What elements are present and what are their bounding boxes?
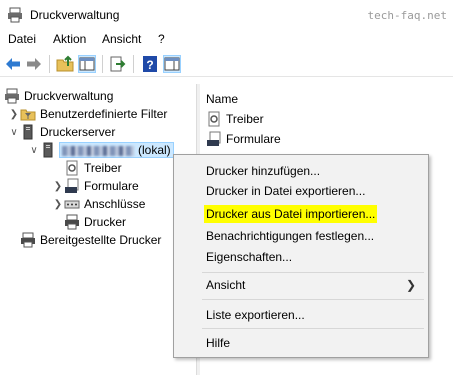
export-list-icon[interactable] [109, 55, 127, 73]
chevron-right-icon[interactable]: ❯ [8, 109, 20, 120]
menu-bar: Datei Aktion Ansicht ? [0, 30, 453, 49]
tree-item-label: Formulare [84, 179, 139, 193]
tree-item-label: Drucker [84, 215, 127, 229]
tree-item-drucker[interactable]: Drucker [52, 213, 126, 231]
menu-item-add-printer[interactable]: Drucker hinzufügen... [206, 162, 320, 180]
filter-folder-icon [20, 109, 36, 121]
chevron-right-icon[interactable]: ❯ [52, 199, 64, 210]
help-icon[interactable]: ? [141, 55, 159, 73]
tree-item-label: Treiber [84, 161, 122, 175]
menu-separator [202, 328, 424, 329]
tree-item-print-servers[interactable]: ∨ Druckerserver [8, 123, 115, 141]
printer-management-icon [5, 88, 19, 104]
list-item[interactable]: Formulare [206, 130, 281, 148]
menu-help[interactable]: ? [158, 32, 165, 46]
forward-icon[interactable] [25, 55, 43, 73]
tree-item-label: Benutzerdefinierte Filter [40, 107, 168, 121]
tree-item-deployed-printers[interactable]: Bereitgestellte Drucker [20, 231, 161, 249]
menu-ansicht[interactable]: Ansicht [102, 32, 141, 46]
title-bar: Druckverwaltung tech-faq.net [0, 0, 453, 30]
tree-item-formulare[interactable]: ❯ Formulare [52, 177, 139, 195]
properties-pane-icon[interactable] [163, 55, 181, 73]
ports-icon [64, 200, 80, 209]
context-menu: Drucker hinzufügen... Drucker in Datei e… [173, 154, 429, 358]
tree-item-druckverwaltung[interactable]: Druckverwaltung [4, 87, 113, 105]
menu-item-view[interactable]: Ansicht [206, 276, 245, 294]
menu-separator [202, 272, 424, 273]
forms-icon [207, 131, 221, 146]
toolbar: ? [0, 50, 453, 77]
watermark-text: tech-faq.net [367, 9, 447, 22]
menu-separator [202, 299, 424, 300]
menu-item-import-printers[interactable]: Drucker aus Datei importieren... [204, 205, 378, 223]
tree-item-label: Druckverwaltung [24, 89, 114, 103]
submenu-arrow-icon: ❯ [405, 278, 416, 292]
tree-item-custom-filters[interactable]: ❯ Benutzerdefinierte Filter [8, 105, 168, 123]
tree-item-label: Anschlüsse [84, 197, 146, 211]
menu-datei[interactable]: Datei [8, 32, 36, 46]
tree-item-anschluesse[interactable]: ❯ Anschlüsse [52, 195, 146, 213]
server-icon [43, 142, 53, 158]
tree-item-label: Druckerserver [40, 125, 116, 139]
server-icon [23, 124, 33, 140]
menu-item-export-list[interactable]: Liste exportieren... [206, 306, 305, 324]
driver-icon [66, 160, 78, 176]
back-icon[interactable] [4, 55, 22, 73]
printer-icon [21, 232, 35, 248]
chevron-down-icon[interactable]: ∨ [8, 127, 20, 138]
column-header-name[interactable]: Name [206, 92, 238, 106]
list-item-label: Formulare [226, 132, 281, 146]
printer-management-icon [8, 7, 22, 23]
redacted-server-name [62, 145, 134, 156]
tree-item-local-server[interactable]: ∨ (lokal) [28, 141, 174, 159]
svg-text:?: ? [146, 58, 153, 72]
chevron-down-icon[interactable]: ∨ [28, 145, 40, 156]
menu-item-export-printers[interactable]: Drucker in Datei exportieren... [206, 182, 365, 200]
menu-item-properties[interactable]: Eigenschaften... [206, 248, 292, 266]
driver-icon [208, 111, 220, 127]
folder-up-icon[interactable] [56, 55, 74, 73]
chevron-right-icon[interactable]: ❯ [52, 181, 64, 192]
printer-icon [65, 214, 79, 230]
window-title: Druckverwaltung [30, 8, 120, 22]
menu-item-help[interactable]: Hilfe [206, 334, 230, 352]
show-tree-icon[interactable] [78, 55, 96, 73]
tree-item-treiber[interactable]: Treiber [52, 159, 122, 177]
menu-item-set-notifications[interactable]: Benachrichtigungen festlegen... [206, 227, 374, 245]
tree-item-label: (lokal) [59, 142, 174, 158]
tree-item-label: Bereitgestellte Drucker [40, 233, 162, 247]
menu-aktion[interactable]: Aktion [53, 32, 86, 46]
forms-icon [65, 178, 79, 193]
list-item[interactable]: Treiber [206, 110, 264, 128]
list-item-label: Treiber [226, 112, 264, 126]
